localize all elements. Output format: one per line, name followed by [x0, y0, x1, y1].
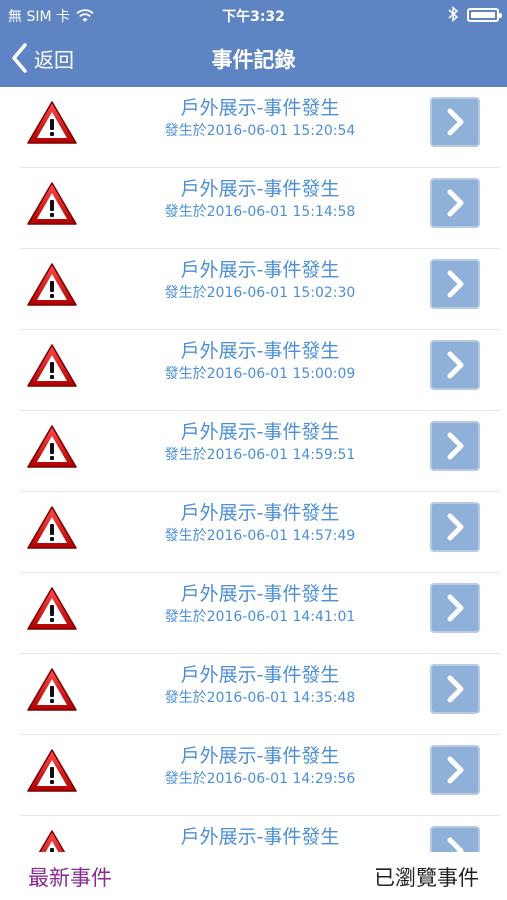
event-detail-button[interactable] — [430, 664, 480, 714]
warning-icon — [27, 182, 77, 225]
event-row[interactable]: 戶外展示-事件發生 發生於2016-06-01 15:02:30 — [20, 249, 500, 330]
event-row[interactable]: 戶外展示-事件發生 發生於2016-06-01 14:35:48 — [20, 654, 500, 735]
event-time: 發生於2016-06-01 14:35:48 — [164, 690, 356, 706]
event-row[interactable]: 戶外展示-事件發生 發生於2016-06-01 15:14:58 — [20, 168, 500, 249]
tab-latest-events[interactable]: 最新事件 — [28, 862, 112, 892]
header: 無 SIM 卡 下午3:32 返回 事件記錄 — [0, 0, 507, 87]
event-title: 戶外展示-事件發生 — [180, 259, 340, 281]
battery-level — [471, 12, 495, 18]
event-detail-button[interactable] — [430, 340, 480, 390]
event-time: 發生於2016-06-01 14:57:49 — [164, 528, 356, 544]
event-detail-button[interactable] — [430, 178, 480, 228]
event-title: 戶外展示-事件發生 — [180, 826, 340, 848]
event-title: 戶外展示-事件發生 — [180, 664, 340, 686]
page-title: 事件記錄 — [211, 48, 296, 72]
chevron-right-icon — [447, 756, 464, 784]
event-detail-button[interactable] — [430, 259, 480, 309]
warning-icon — [27, 263, 77, 306]
event-title: 戶外展示-事件發生 — [180, 502, 340, 524]
chevron-right-icon — [447, 675, 464, 703]
event-detail-button[interactable] — [430, 745, 480, 795]
event-detail-button[interactable] — [430, 502, 480, 552]
event-text: 戶外展示-事件發生 — [100, 824, 420, 850]
warning-icon — [27, 101, 77, 144]
nav-bar: 返回 事件記錄 — [0, 30, 507, 87]
footer-tab-bar: 最新事件 已瀏覽事件 — [0, 852, 507, 900]
event-text: 戶外展示-事件發生 發生於2016-06-01 15:00:09 — [100, 338, 420, 384]
event-row[interactable]: 戶外展示-事件發生 發生於2016-06-01 15:00:09 — [20, 330, 500, 411]
event-row[interactable]: 戶外展示-事件發生 發生於2016-06-01 15:20:54 — [20, 87, 500, 168]
event-text: 戶外展示-事件發生 發生於2016-06-01 15:02:30 — [100, 257, 420, 303]
event-row[interactable]: 戶外展示-事件發生 發生於2016-06-01 14:41:01 — [20, 573, 500, 654]
event-row[interactable]: 戶外展示-事件發生 發生於2016-06-01 14:29:56 — [20, 735, 500, 816]
event-row[interactable]: 戶外展示-事件發生 發生於2016-06-01 14:57:49 — [20, 492, 500, 573]
event-list-inner: 戶外展示-事件發生 發生於2016-06-01 15:20:54 戶外展示-事件… — [0, 87, 507, 852]
chevron-right-icon — [447, 270, 464, 298]
event-time: 發生於2016-06-01 15:00:09 — [164, 366, 356, 382]
event-row[interactable]: 戶外展示-事件發生 — [20, 816, 500, 852]
chevron-right-icon — [447, 594, 464, 622]
warning-icon — [27, 668, 77, 711]
event-text: 戶外展示-事件發生 發生於2016-06-01 15:14:58 — [100, 176, 420, 222]
event-title: 戶外展示-事件發生 — [180, 745, 340, 767]
event-time: 發生於2016-06-01 14:41:01 — [164, 609, 356, 625]
chevron-right-icon — [447, 432, 464, 460]
event-detail-button[interactable] — [430, 421, 480, 471]
event-title: 戶外展示-事件發生 — [180, 340, 340, 362]
event-title: 戶外展示-事件發生 — [180, 97, 340, 119]
warning-icon — [38, 830, 66, 852]
chevron-right-icon — [447, 189, 464, 217]
event-detail-button[interactable] — [430, 583, 480, 633]
status-time: 下午3:32 — [222, 9, 285, 25]
event-text: 戶外展示-事件發生 發生於2016-06-01 15:20:54 — [100, 95, 420, 141]
event-time: 發生於2016-06-01 14:59:51 — [164, 447, 356, 463]
event-row[interactable]: 戶外展示-事件發生 發生於2016-06-01 14:59:51 — [20, 411, 500, 492]
tab-viewed-events[interactable]: 已瀏覽事件 — [374, 862, 479, 892]
event-time: 發生於2016-06-01 15:20:54 — [164, 123, 356, 139]
warning-icon — [27, 587, 77, 630]
chevron-right-icon — [447, 837, 464, 852]
event-detail-button[interactable] — [430, 97, 480, 147]
warning-icon — [27, 749, 77, 792]
warning-icon — [27, 344, 77, 387]
event-text: 戶外展示-事件發生 發生於2016-06-01 14:59:51 — [100, 419, 420, 465]
event-text: 戶外展示-事件發生 發生於2016-06-01 14:35:48 — [100, 662, 420, 708]
event-text: 戶外展示-事件發生 發生於2016-06-01 14:57:49 — [100, 500, 420, 546]
event-time: 發生於2016-06-01 14:29:56 — [164, 771, 356, 787]
event-text: 戶外展示-事件發生 發生於2016-06-01 14:41:01 — [100, 581, 420, 627]
status-bar: 無 SIM 卡 下午3:32 — [0, 0, 507, 30]
event-title: 戶外展示-事件發生 — [180, 583, 340, 605]
warning-icon — [27, 425, 77, 468]
bluetooth-icon — [448, 5, 459, 23]
chevron-right-icon — [447, 108, 464, 136]
event-time: 發生於2016-06-01 15:02:30 — [164, 285, 356, 301]
warning-icon — [27, 506, 77, 549]
event-time: 發生於2016-06-01 15:14:58 — [164, 204, 356, 220]
battery-icon — [467, 8, 502, 22]
event-list: 戶外展示-事件發生 發生於2016-06-01 15:20:54 戶外展示-事件… — [0, 87, 507, 852]
event-title: 戶外展示-事件發生 — [180, 178, 340, 200]
event-text: 戶外展示-事件發生 發生於2016-06-01 14:29:56 — [100, 743, 420, 789]
event-detail-button[interactable] — [430, 826, 480, 852]
chevron-right-icon — [447, 513, 464, 541]
event-title: 戶外展示-事件發生 — [180, 421, 340, 443]
chevron-right-icon — [447, 351, 464, 379]
